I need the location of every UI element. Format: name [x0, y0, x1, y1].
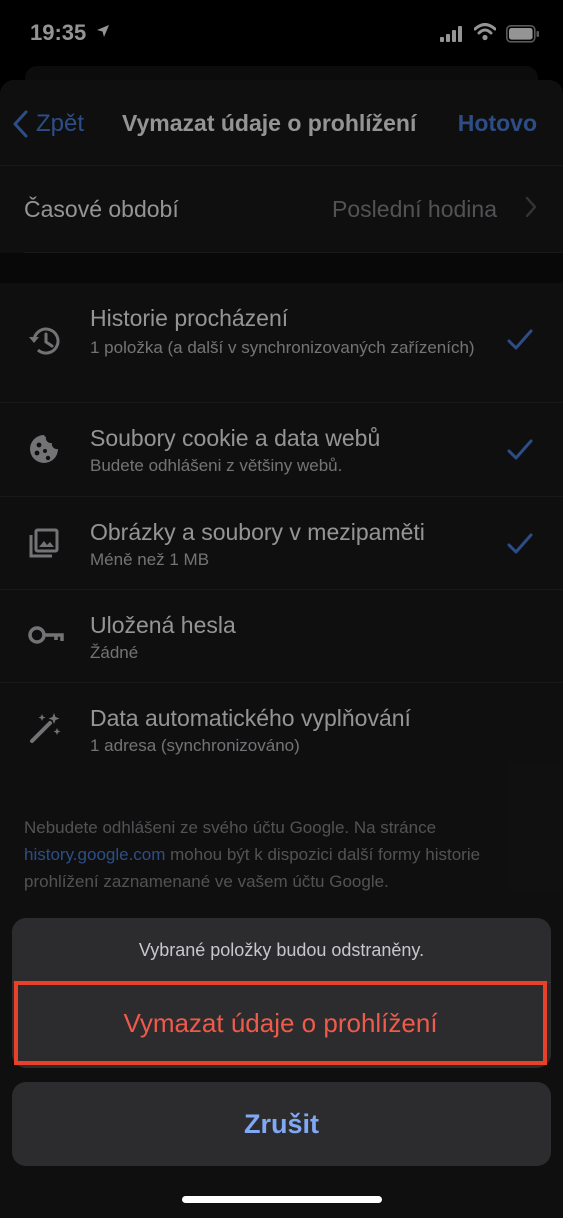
item-subtitle: 1 adresa (synchronizováno) — [90, 736, 300, 755]
time-range-value: Poslední hodina — [332, 195, 497, 222]
clear-browsing-data-button[interactable]: Vymazat údaje o prohlížení — [14, 981, 547, 1065]
footer-note: Nebudete odhlášeni ze svého účtu Google.… — [24, 814, 544, 895]
checkmark-icon — [507, 533, 533, 554]
chevron-left-icon — [13, 110, 28, 138]
item-title: Uložená hesla — [90, 612, 236, 638]
item-title: Obrázky a soubory v mezipaměti — [90, 519, 425, 545]
back-label: Zpět — [36, 110, 85, 137]
item-title: Soubory cookie a data webů — [90, 425, 381, 451]
images-icon — [28, 527, 60, 564]
screen: 19:35 Zpět Vymazat údaje o prohlížení Ho… — [0, 0, 563, 1218]
item-subtitle: Méně než 1 MB — [90, 550, 210, 569]
checkmark-icon — [507, 439, 533, 460]
navigation-bar: Zpět Vymazat údaje o prohlížení Hotovo — [0, 80, 563, 166]
battery-icon — [506, 25, 540, 48]
item-subtitle: Budete odhlášeni z většiny webů. — [90, 456, 343, 475]
list-item-cached-images[interactable]: Obrázky a soubory v mezipaměti Méně než … — [0, 497, 563, 590]
page-title: Vymazat údaje o prohlížení — [122, 110, 417, 136]
home-indicator — [182, 1196, 382, 1203]
time-range-label: Časové období — [24, 195, 179, 222]
cancel-button[interactable]: Zrušit — [12, 1082, 551, 1166]
cookie-icon — [28, 433, 60, 470]
wifi-icon — [473, 23, 497, 46]
history-icon — [28, 325, 62, 362]
history-link[interactable]: history.google.com — [24, 845, 165, 864]
location-arrow-icon — [96, 24, 110, 43]
key-icon — [28, 622, 64, 653]
done-button[interactable]: Hotovo — [458, 110, 537, 137]
list-item-cookies[interactable]: Soubory cookie a data webů Budete odhláš… — [0, 403, 563, 497]
time-range-row[interactable]: Časové období Poslední hodina — [0, 166, 563, 252]
item-title: Data automatického vyplňování — [90, 705, 411, 731]
status-bar: 19:35 — [0, 0, 563, 66]
action-sheet-message: Vybrané položky budou odstraněny. — [138, 939, 425, 960]
item-subtitle: 1 položka (a další v synchronizovaných z… — [90, 338, 475, 357]
list-item-autofill-data[interactable]: Data automatického vyplňování 1 adresa (… — [0, 683, 563, 776]
item-title: Historie procházení — [90, 305, 289, 331]
back-button[interactable]: Zpět — [12, 108, 84, 140]
section-gap — [0, 253, 563, 283]
magic-wand-icon — [28, 711, 62, 750]
item-subtitle: Žádné — [90, 643, 139, 662]
footer-text-before: Nebudete odhlášeni ze svého účtu Google.… — [24, 818, 437, 837]
status-time: 19:35 — [30, 20, 87, 45]
checkmark-icon — [507, 329, 533, 350]
chevron-right-icon — [525, 196, 537, 218]
data-types-list: Historie procházení 1 položka (a další v… — [0, 283, 563, 776]
signal-icon — [440, 26, 464, 47]
list-item-browsing-history[interactable]: Historie procházení 1 položka (a další v… — [0, 283, 563, 403]
list-item-saved-passwords[interactable]: Uložená hesla Žádné — [0, 590, 563, 683]
